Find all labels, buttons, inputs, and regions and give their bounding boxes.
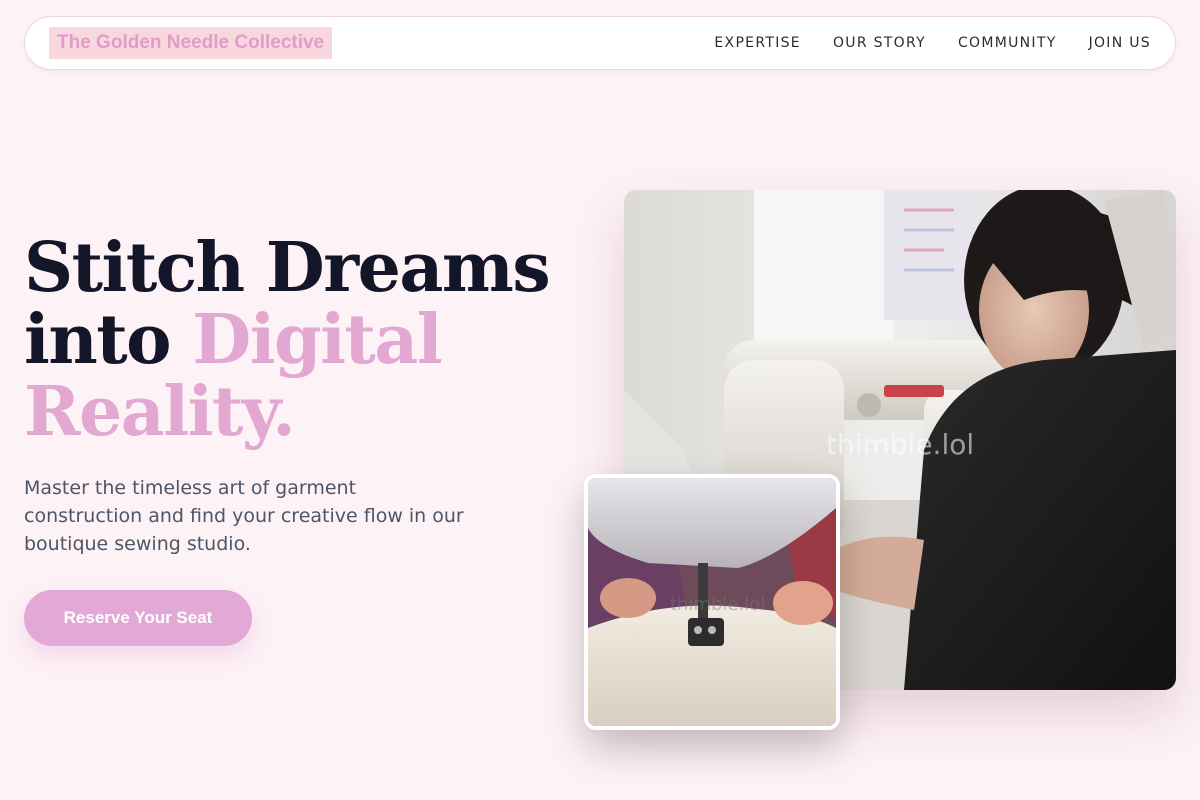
reserve-seat-button[interactable]: Reserve Your Seat — [24, 590, 252, 646]
hero-headline: Stitch Dreams into Digital Reality. — [24, 232, 564, 448]
nav-link-join-us[interactable]: JOIN US — [1089, 35, 1151, 51]
headline-line-2-plain: into — [24, 300, 193, 380]
needle-closeup-illustration — [588, 478, 836, 726]
nav-links: EXPERTISE OUR STORY COMMUNITY JOIN US — [714, 17, 1151, 69]
nav-link-our-story[interactable]: OUR STORY — [833, 35, 926, 51]
headline-line-2-accent: Digital — [192, 300, 442, 380]
headline-line-1: Stitch Dreams — [24, 228, 551, 308]
nav-link-expertise[interactable]: EXPERTISE — [714, 35, 801, 51]
hero-photo-closeup: thimble.lol — [584, 474, 840, 730]
nav-link-community[interactable]: COMMUNITY — [958, 35, 1057, 51]
hero-description: Master the timeless art of garment const… — [24, 477, 464, 555]
headline-line-3-accent: Reality. — [24, 372, 296, 452]
top-nav: The Golden Needle Collective EXPERTISE O… — [24, 16, 1176, 70]
brand-logo[interactable]: The Golden Needle Collective — [49, 27, 333, 59]
